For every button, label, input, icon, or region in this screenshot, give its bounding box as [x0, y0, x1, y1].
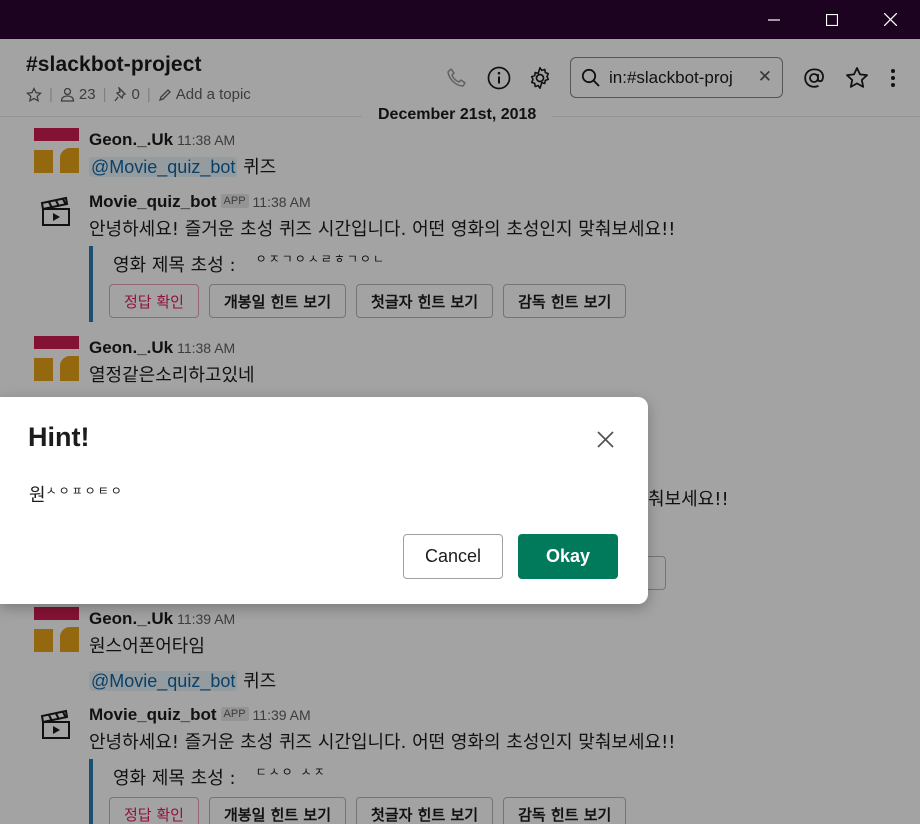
- dialog-title: Hint!: [28, 422, 90, 452]
- close-icon[interactable]: [861, 0, 919, 39]
- minimize-icon[interactable]: [745, 0, 803, 39]
- dialog-close-icon[interactable]: [592, 426, 618, 452]
- okay-button[interactable]: Okay: [518, 534, 618, 579]
- cancel-button[interactable]: Cancel: [403, 534, 503, 579]
- maximize-icon[interactable]: [803, 0, 861, 39]
- window-titlebar: [0, 0, 920, 39]
- dialog-hint-text: 원ㅅㅇㅍㅇㅌㅇ: [29, 484, 124, 506]
- hint-dialog: Hint! 원ㅅㅇㅍㅇㅌㅇ Cancel Okay: [0, 397, 648, 604]
